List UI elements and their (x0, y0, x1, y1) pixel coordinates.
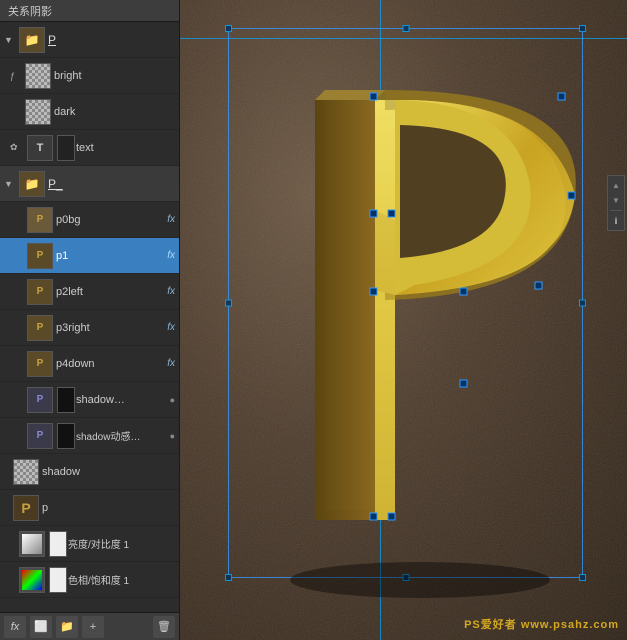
layer-thumb: P (27, 387, 53, 413)
layer-name: shadow (42, 466, 175, 478)
layer-thumb: P (27, 315, 53, 341)
expand-icon: · (4, 575, 16, 585)
layer-p2left[interactable]: P p2left fx (0, 274, 179, 310)
layer-name: text (76, 142, 175, 154)
layer-name: p0bg (56, 214, 165, 226)
layer-thumb: P (27, 243, 53, 269)
canvas-background: ▲ ▼ i PS爱好者 www.psahz.com (180, 0, 627, 640)
p-3d-letter (220, 10, 610, 620)
layer-group-p[interactable]: ▼ 📁 P (0, 22, 179, 58)
layer-shadow-motion[interactable]: P shadow动感… ● (0, 418, 179, 454)
layer-name: p2left (56, 286, 165, 298)
layer-thumb (25, 99, 51, 125)
layer-shadow1[interactable]: P shadow… ● (0, 382, 179, 418)
group-button[interactable]: 📁 (56, 616, 78, 638)
fx-button[interactable]: fx (4, 616, 26, 638)
layer-shadow2[interactable]: shadow (0, 454, 179, 490)
sun-icon: ✿ (10, 142, 24, 153)
layer-text[interactable]: ✿ T text (0, 130, 179, 166)
mask-button[interactable]: ⬜ (30, 616, 52, 638)
layers-panel: 关系阴影 ▼ 📁 P ƒ bright · dark ✿ T text (0, 0, 180, 640)
layer-name: P_ (48, 177, 175, 191)
layer-thumb: P (13, 495, 39, 521)
layer-mask (49, 531, 67, 557)
layer-thumb (19, 567, 45, 593)
layer-thumb: P (27, 279, 53, 305)
fx-badge: fx (167, 250, 175, 261)
layer-thumb: P (27, 207, 53, 233)
layer-thumb: P (27, 351, 53, 377)
layer-name: dark (54, 106, 175, 118)
expand-icon: · (4, 539, 16, 549)
new-layer-button[interactable]: + (82, 616, 104, 638)
layer-p0bg[interactable]: P p0bg fx (0, 202, 179, 238)
layer-p1[interactable]: P p1 fx (0, 238, 179, 274)
layer-thumb: P (27, 423, 53, 449)
layer-bright[interactable]: ƒ bright (0, 58, 179, 94)
layer-name: p1 (56, 250, 165, 262)
expand-icon: · (10, 107, 22, 117)
layer-name: p (42, 502, 175, 514)
watermark-text: PS爱好者 www.psahz.com (464, 619, 619, 631)
fx-badge: fx (167, 286, 175, 297)
visibility-indicator2: ● (170, 431, 175, 441)
layer-mask (49, 567, 67, 593)
layer-thumb (19, 531, 45, 557)
expand-icon: ▼ (4, 35, 16, 45)
layer-toolbar: fx ⬜ 📁 + 🗑 (0, 612, 179, 640)
layer-name: p3right (56, 322, 165, 334)
watermark: PS爱好者 www.psahz.com (464, 616, 619, 632)
expand-icon: ▼ (4, 179, 16, 189)
layer-name: 亮度/对比度 1 (68, 536, 175, 551)
expand-icon: ƒ (10, 71, 22, 81)
divider (610, 210, 622, 211)
layer-list[interactable]: ▼ 📁 P ƒ bright · dark ✿ T text ▼ 📁 P_ (0, 22, 179, 612)
layer-brightness[interactable]: · 亮度/对比度 1 (0, 526, 179, 562)
visibility-indicator: ● (170, 395, 175, 405)
fx-badge: fx (167, 214, 175, 225)
layer-thumb: 📁 (19, 171, 45, 197)
canvas-area: ▲ ▼ i PS爱好者 www.psahz.com (180, 0, 627, 640)
mini-panel: ▲ ▼ i (607, 175, 625, 231)
panel-title: 关系阴影 (8, 3, 52, 19)
fx-badge: fx (167, 358, 175, 369)
mini-btn-1[interactable]: ▲ (609, 178, 623, 192)
layer-thumb (25, 63, 51, 89)
layer-name: shadow… (76, 394, 168, 406)
layer-name: p4down (56, 358, 165, 370)
layer-thumb: T (27, 135, 53, 161)
layer-group-p2[interactable]: ▼ 📁 P_ (0, 166, 179, 202)
layer-thumb (13, 459, 39, 485)
layer-dark[interactable]: · dark (0, 94, 179, 130)
layer-mask (57, 423, 75, 449)
panel-header: 关系阴影 (0, 0, 179, 22)
layer-mask (57, 135, 75, 161)
layer-thumb: 📁 (19, 27, 45, 53)
layer-name: 色相/饱和度 1 (68, 572, 175, 587)
layer-name: P (48, 33, 175, 47)
layer-hue[interactable]: · 色相/饱和度 1 (0, 562, 179, 598)
info-btn[interactable]: i (609, 214, 623, 228)
mini-btn-2[interactable]: ▼ (609, 193, 623, 207)
layer-p3right[interactable]: P p3right fx (0, 310, 179, 346)
fx-badge: fx (167, 322, 175, 333)
delete-button[interactable]: 🗑 (153, 616, 175, 638)
layer-p-single[interactable]: P p (0, 490, 179, 526)
layer-name: shadow动感… (76, 428, 168, 443)
layer-name: bright (54, 70, 175, 82)
layer-mask (57, 387, 75, 413)
layer-p4down[interactable]: P p4down fx (0, 346, 179, 382)
